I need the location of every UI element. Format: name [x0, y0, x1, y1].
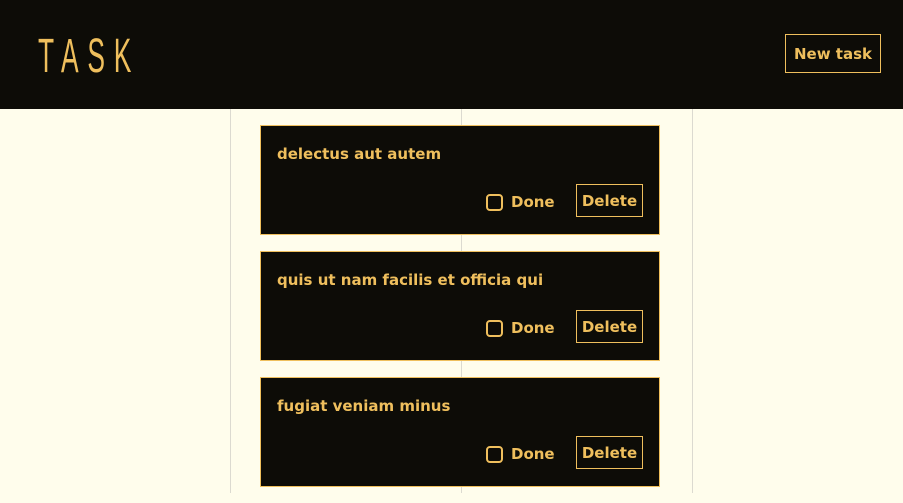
column-divider-left [230, 109, 231, 493]
task-title: delectus aut autem [277, 145, 442, 163]
delete-button[interactable]: Delete [576, 310, 643, 343]
task-title: fugiat veniam minus [277, 397, 451, 415]
task-card: fugiat veniam minus Done Delete [260, 377, 660, 487]
column-divider-right [692, 109, 693, 493]
task-card: quis ut nam facilis et officia qui Done … [260, 251, 660, 361]
new-task-button[interactable]: New task [785, 34, 881, 73]
done-checkbox[interactable] [486, 193, 503, 211]
done-checkbox[interactable] [486, 319, 503, 337]
app-header: TASK New task [0, 0, 903, 109]
done-checkbox[interactable] [486, 445, 503, 463]
delete-button[interactable]: Delete [576, 184, 643, 217]
done-label: Done [511, 193, 555, 211]
done-toggle[interactable]: Done [486, 317, 555, 339]
app-logo: TASK [38, 30, 141, 83]
task-title: quis ut nam facilis et officia qui [277, 271, 544, 289]
done-toggle[interactable]: Done [486, 443, 555, 465]
done-label: Done [511, 319, 555, 337]
task-list: delectus aut autem Done Delete quis ut n… [260, 125, 660, 503]
delete-button[interactable]: Delete [576, 436, 643, 469]
done-label: Done [511, 445, 555, 463]
done-toggle[interactable]: Done [486, 191, 555, 213]
task-card: delectus aut autem Done Delete [260, 125, 660, 235]
